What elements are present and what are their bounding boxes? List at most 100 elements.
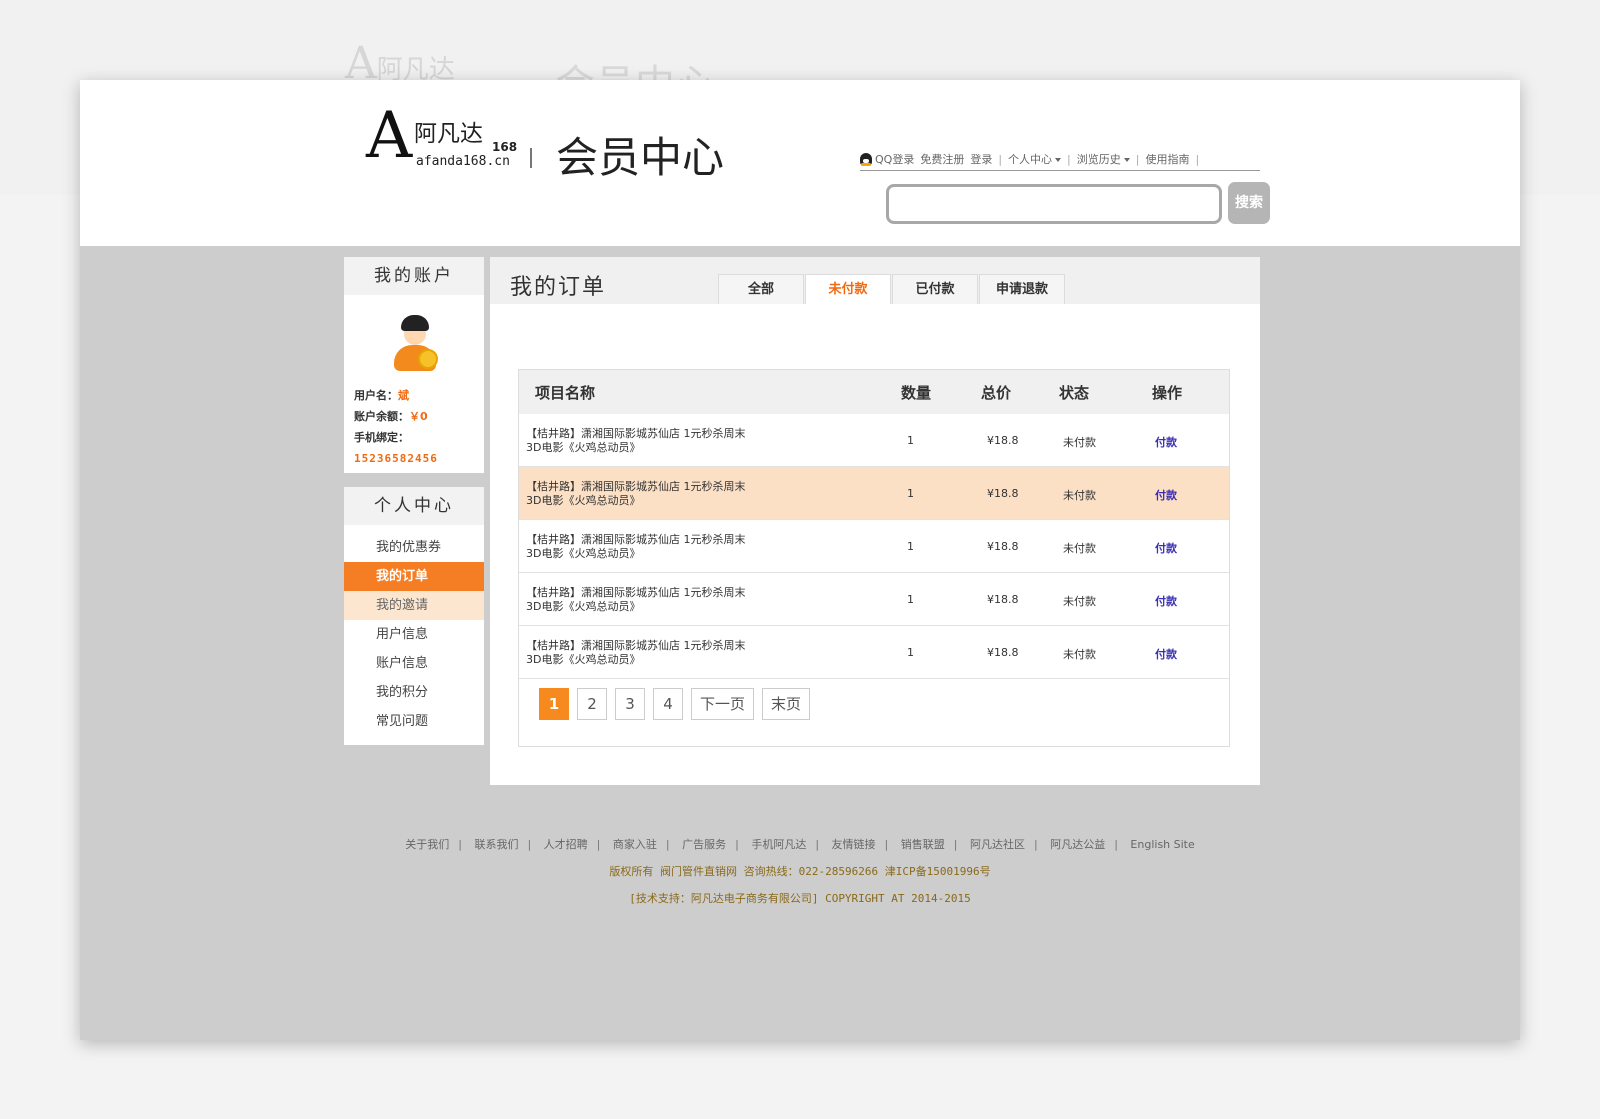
balance-label: 账户余额：	[354, 410, 409, 423]
table-header: 项目名称 数量 总价 状态 操作	[519, 370, 1229, 414]
item-price: ¥18.8	[987, 593, 1019, 606]
column-header-status: 状态	[1059, 384, 1090, 402]
top-navigation: QQ登录 免费注册 登录 | 个人中心 | 浏览历史 | 使用指南 |	[860, 148, 1240, 170]
item-quantity: 1	[907, 646, 914, 659]
item-price: ¥18.8	[987, 434, 1019, 447]
tab-all[interactable]: 全部	[718, 274, 804, 304]
footer-link-ads[interactable]: 广告服务	[682, 838, 726, 851]
item-price: ¥18.8	[987, 646, 1019, 659]
site-header: A 阿凡达 168 afanda168.cn 会员中心 QQ登录 免费注册 登录…	[80, 80, 1520, 246]
footer-link-community[interactable]: 阿凡达社区	[970, 838, 1025, 851]
nav-separator: |	[1195, 152, 1200, 166]
footer-separator: |	[815, 838, 820, 851]
sidebar-item-user-info[interactable]: 用户信息	[344, 620, 484, 649]
nav-underline	[860, 170, 1260, 171]
search-input[interactable]	[886, 184, 1222, 224]
personal-center-title: 个人中心	[344, 487, 484, 525]
next-page-button[interactable]: 下一页	[691, 688, 755, 720]
footer-link-about[interactable]: 关于我们	[405, 838, 449, 851]
page-button-3[interactable]: 3	[615, 688, 645, 720]
item-quantity: 1	[907, 593, 914, 606]
item-name-line: 3D电影《火鸡总动员》	[526, 547, 641, 560]
item-name-line: 3D电影《火鸡总动员》	[526, 600, 641, 613]
username-value: 斌	[398, 389, 409, 402]
footer-link-charity[interactable]: 阿凡达公益	[1050, 838, 1105, 851]
page-button-4[interactable]: 4	[653, 688, 683, 720]
chevron-down-icon	[1055, 158, 1062, 162]
item-name-line: 【桔井路】潇湘国际影城苏仙店 1元秒杀周末	[526, 480, 746, 493]
sidebar-item-faq[interactable]: 常见问题	[344, 707, 484, 736]
column-header-action: 操作	[1152, 384, 1183, 402]
footer-link-mobile[interactable]: 手机阿凡达	[751, 838, 806, 851]
sidebar-item-points[interactable]: 我的积分	[344, 678, 484, 707]
footer-link-merchants[interactable]: 商家入驻	[613, 838, 657, 851]
login-link[interactable]: 登录	[970, 151, 992, 167]
footer-link-sales[interactable]: 销售联盟	[901, 838, 945, 851]
item-name[interactable]: 【桔井路】潇湘国际影城苏仙店 1元秒杀周末 3D电影《火鸡总动员》	[526, 586, 746, 614]
orders-table: 项目名称 数量 总价 状态 操作 【桔井路】潇湘国际影城苏仙店 1元秒杀周末 3D…	[518, 369, 1230, 747]
item-status: 未付款	[1063, 648, 1096, 661]
personal-center-panel: 个人中心 我的优惠券 我的订单 我的邀请 用户信息 账户信息 我的积分 常见问题	[344, 487, 484, 745]
logo-url: afanda168.cn	[416, 154, 510, 169]
footer-separator: |	[735, 838, 739, 851]
page-title: 会员中心	[556, 133, 725, 182]
personal-center-menu[interactable]: 个人中心	[1008, 151, 1062, 167]
last-page-button[interactable]: 末页	[762, 688, 811, 720]
tab-refund[interactable]: 申请退款	[979, 274, 1065, 304]
tab-paid[interactable]: 已付款	[892, 274, 978, 304]
nav-separator: |	[1067, 152, 1071, 166]
pay-link[interactable]: 付款	[1155, 487, 1177, 503]
orders-panel: 我的订单 全部 未付款 已付款 申请退款 项目名称 数量 总价 状态 操作 【桔…	[490, 257, 1260, 785]
logo-name: 阿凡达	[414, 121, 483, 147]
column-header-quantity: 数量	[901, 384, 932, 402]
footer-link-contact[interactable]: 联系我们	[474, 838, 518, 851]
footer-link-friends[interactable]: 友情链接	[832, 838, 876, 851]
footer-link-jobs[interactable]: 人才招聘	[544, 838, 588, 851]
sidebar-item-orders[interactable]: 我的订单	[344, 562, 484, 591]
item-name-line: 3D电影《火鸡总动员》	[526, 653, 641, 666]
column-header-price: 总价	[981, 384, 1012, 402]
personal-center-label: 个人中心	[1008, 153, 1053, 166]
account-panel-title: 我的账户	[344, 257, 484, 295]
item-price: ¥18.8	[987, 540, 1019, 553]
footer-link-english[interactable]: English Site	[1130, 838, 1194, 851]
sidebar-item-invites[interactable]: 我的邀请	[344, 591, 484, 620]
item-name[interactable]: 【桔井路】潇湘国际影城苏仙店 1元秒杀周末 3D电影《火鸡总动员》	[526, 533, 746, 561]
pay-link[interactable]: 付款	[1155, 646, 1177, 662]
search-button[interactable]: 搜索	[1228, 182, 1270, 224]
chevron-down-icon	[1123, 158, 1130, 162]
footer-separator: |	[884, 838, 889, 851]
table-row: 【桔井路】潇湘国际影城苏仙店 1元秒杀周末 3D电影《火鸡总动员》 1 ¥18.8…	[519, 626, 1229, 679]
item-name-line: 【桔井路】潇湘国际影城苏仙店 1元秒杀周末	[526, 533, 746, 546]
guide-link[interactable]: 使用指南	[1145, 151, 1189, 167]
footer-separator: |	[1033, 838, 1038, 851]
column-header-name: 项目名称	[535, 384, 596, 402]
pay-link[interactable]: 付款	[1155, 540, 1177, 556]
table-row: 【桔井路】潇湘国际影城苏仙店 1元秒杀周末 3D电影《火鸡总动员》 1 ¥18.8…	[519, 520, 1229, 573]
qq-login-link[interactable]: QQ登录	[875, 151, 914, 167]
footer-separator: |	[953, 838, 958, 851]
item-name-line: 【桔井路】潇湘国际影城苏仙店 1元秒杀周末	[526, 427, 746, 440]
browse-history-label: 浏览历史	[1076, 153, 1121, 166]
item-name-line: 3D电影《火鸡总动员》	[526, 441, 641, 454]
item-status: 未付款	[1063, 595, 1096, 608]
footer-links: 关于我们 | 联系我们 | 人才招聘 | 商家入驻 | 广告服务 | 手机阿凡达 | 友情链…	[80, 836, 1520, 852]
item-name-line: 3D电影《火鸡总动员》	[526, 494, 641, 507]
sidebar-item-account-info[interactable]: 账户信息	[344, 649, 484, 678]
balance-value: ￥0	[409, 410, 428, 423]
pay-link[interactable]: 付款	[1155, 434, 1177, 450]
browse-history-menu[interactable]: 浏览历史	[1077, 151, 1130, 167]
sidebar-item-coupons[interactable]: 我的优惠券	[344, 533, 484, 562]
site-logo[interactable]: A 阿凡达 168 afanda168.cn	[366, 104, 518, 178]
pay-link[interactable]: 付款	[1155, 593, 1177, 609]
qq-icon	[860, 152, 872, 166]
item-name[interactable]: 【桔井路】潇湘国际影城苏仙店 1元秒杀周末 3D电影《火鸡总动员》	[526, 639, 746, 667]
item-name[interactable]: 【桔井路】潇湘国际影城苏仙店 1元秒杀周末 3D电影《火鸡总动员》	[526, 427, 746, 455]
register-link[interactable]: 免费注册	[920, 151, 964, 167]
nav-separator: |	[998, 152, 1003, 166]
page-button-2[interactable]: 2	[577, 688, 607, 720]
logo-number: 168	[492, 140, 518, 154]
page-button-1[interactable]: 1	[539, 688, 569, 720]
tab-unpaid[interactable]: 未付款	[805, 274, 891, 304]
item-name[interactable]: 【桔井路】潇湘国际影城苏仙店 1元秒杀周末 3D电影《火鸡总动员》	[526, 480, 746, 508]
